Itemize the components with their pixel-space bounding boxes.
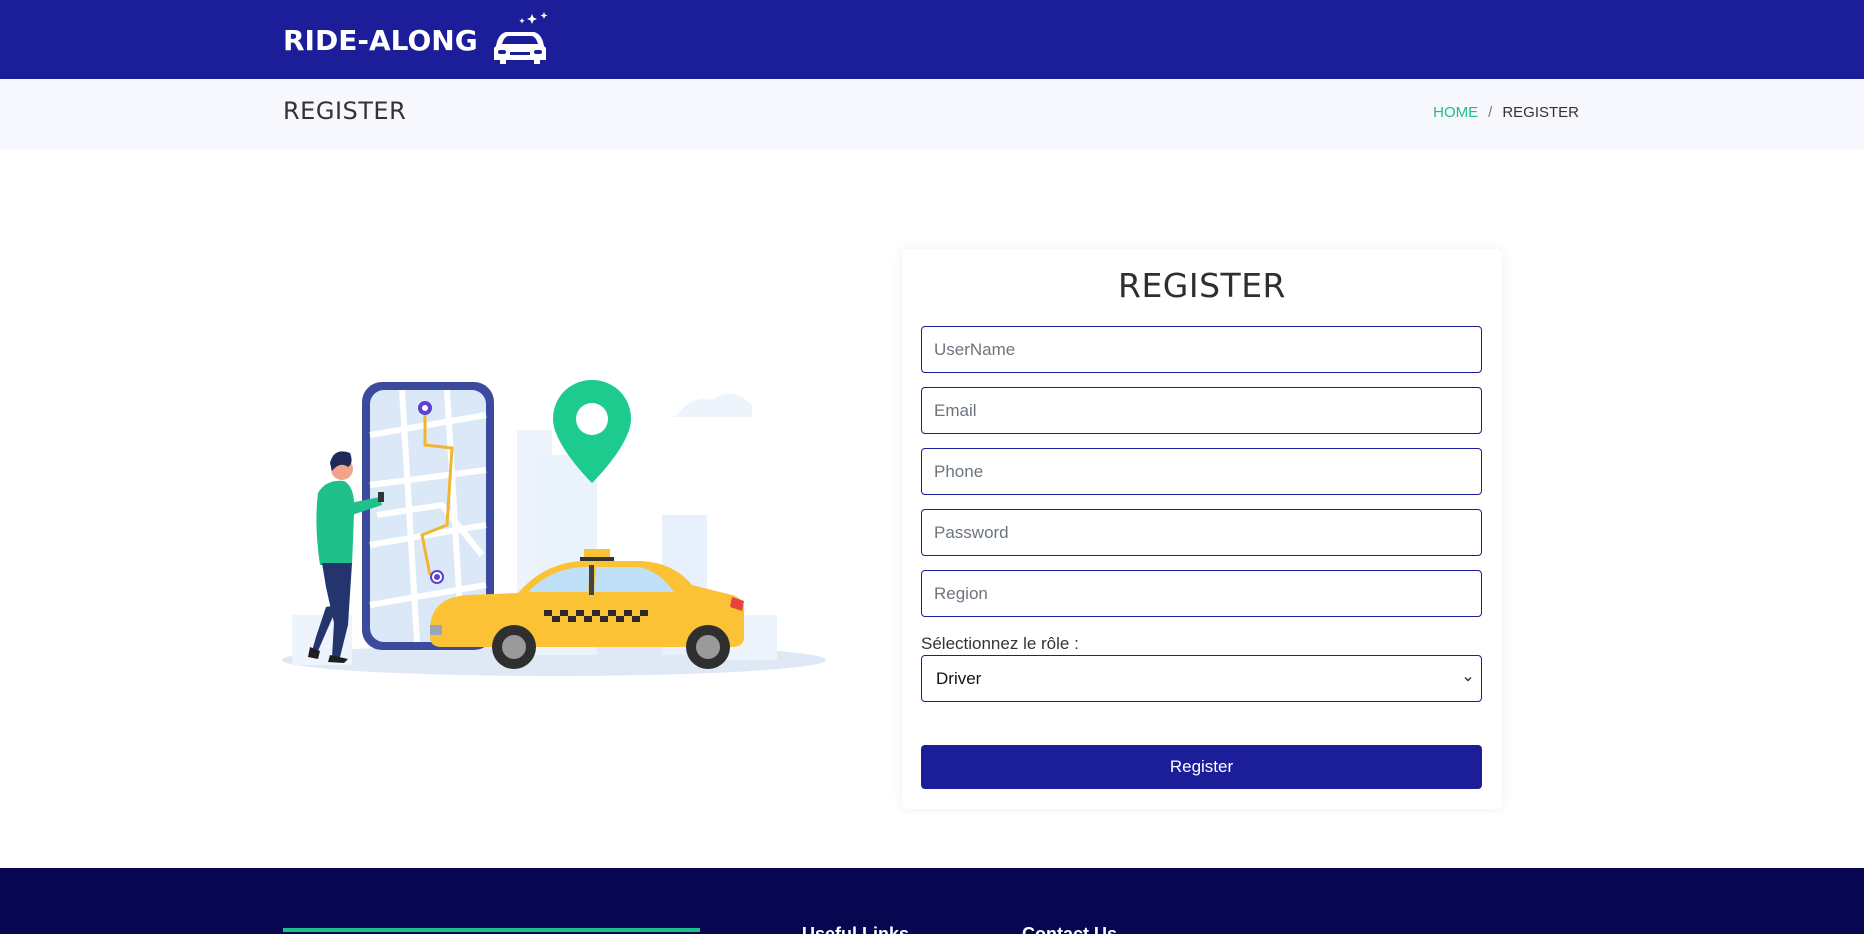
page-title-band	[0, 79, 1864, 149]
region-input[interactable]	[921, 570, 1482, 617]
footer-accent-line	[283, 928, 700, 932]
register-button[interactable]: Register	[921, 745, 1482, 789]
phone-input[interactable]	[921, 448, 1482, 495]
logo-text: RIDE-ALONG	[283, 23, 478, 57]
footer-useful-links-heading: Useful Links	[802, 924, 910, 934]
logo[interactable]: RIDE-ALONG	[283, 10, 552, 70]
chevron-down-icon	[1464, 676, 1472, 682]
page-title: REGISTER	[283, 97, 407, 125]
top-navbar	[0, 0, 1864, 79]
taxi-illustration	[282, 380, 826, 676]
breadcrumb-current: REGISTER	[1502, 104, 1579, 121]
car-with-sparkles-icon	[493, 12, 548, 64]
role-label: Sélectionnez le rôle :	[921, 634, 1079, 653]
breadcrumb-home-link[interactable]: HOME	[1433, 104, 1478, 121]
username-input[interactable]	[921, 326, 1482, 373]
footer	[0, 868, 1864, 934]
password-input[interactable]	[921, 509, 1482, 556]
role-select-value: Driver	[936, 668, 982, 688]
register-heading: REGISTER	[1118, 266, 1286, 305]
breadcrumb: HOME / REGISTER	[1433, 104, 1579, 121]
breadcrumb-separator: /	[1488, 104, 1493, 121]
footer-contact-heading: Contact Us	[1022, 924, 1118, 934]
role-select[interactable]: Driver	[921, 655, 1482, 702]
email-input[interactable]	[921, 387, 1482, 434]
